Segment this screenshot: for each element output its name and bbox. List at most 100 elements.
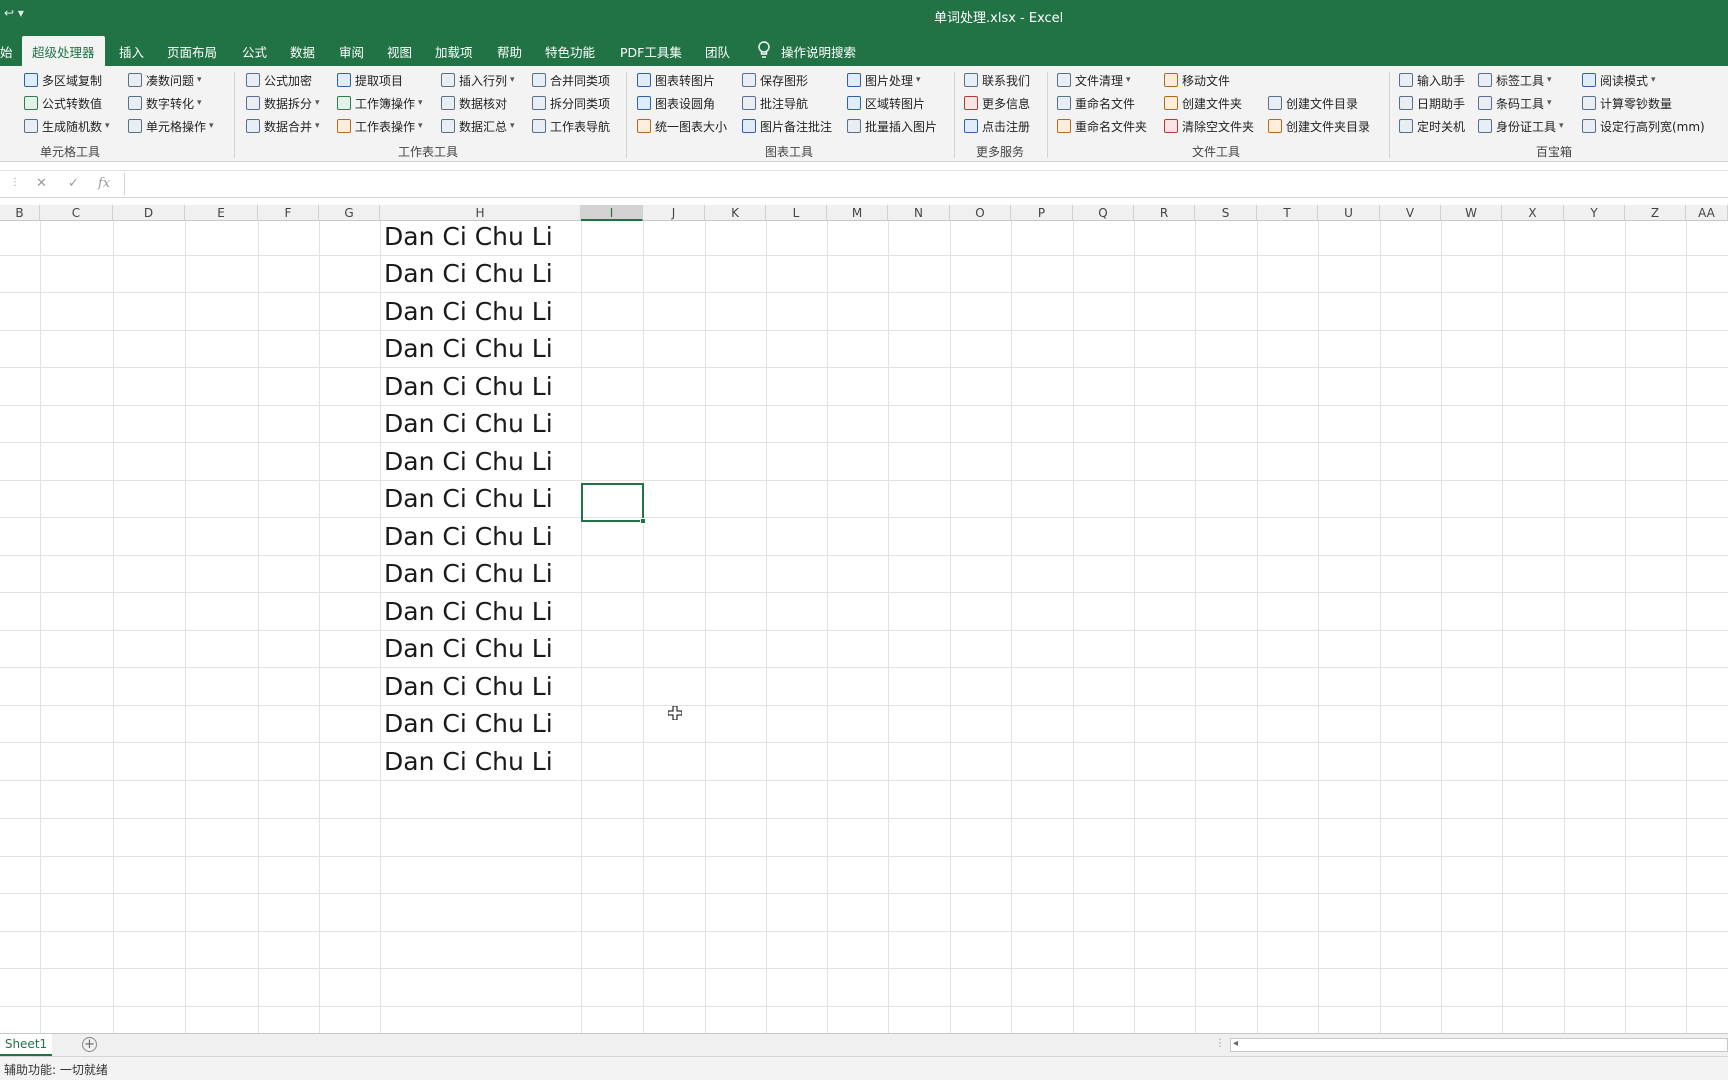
cell-h-text[interactable]: Dan Ci Chu Li	[384, 630, 553, 667]
tab-home[interactable]: 始	[0, 42, 13, 61]
tab-data[interactable]: 数据	[290, 42, 315, 61]
btn-register[interactable]: 点击注册	[964, 116, 1030, 136]
cell-h-text[interactable]: Dan Ci Chu Li	[384, 555, 553, 592]
tab-insert[interactable]: 插入	[119, 42, 144, 61]
tab-super-processor[interactable]: 超级处理器	[22, 36, 105, 66]
btn-chart-size[interactable]: 统一图表大小	[637, 116, 727, 136]
tab-formulas[interactable]: 公式	[242, 42, 267, 61]
column-header-r[interactable]: R	[1134, 205, 1195, 221]
quick-access-toolbar[interactable]: ↩ ▾	[4, 6, 24, 20]
btn-sum-problem[interactable]: 凑数问题 ▾	[128, 70, 202, 90]
column-header-x[interactable]: X	[1502, 205, 1564, 221]
cell-h-text[interactable]: Dan Ci Chu Li	[384, 743, 553, 780]
btn-random-number[interactable]: 生成随机数 ▾	[24, 116, 110, 136]
column-header-o[interactable]: O	[950, 205, 1011, 221]
btn-extract-items[interactable]: 提取项目	[337, 70, 403, 90]
column-header-b[interactable]: B	[0, 205, 40, 221]
btn-formula-to-value[interactable]: 公式转数值	[24, 93, 102, 113]
tab-page-layout[interactable]: 页面布局	[167, 42, 217, 61]
fill-handle[interactable]	[640, 518, 646, 524]
cell-h-text[interactable]: Dan Ci Chu Li	[384, 593, 553, 630]
btn-insert-rowcol[interactable]: 插入行列 ▾	[441, 70, 515, 90]
btn-file-directory[interactable]: 创建文件目录	[1268, 93, 1358, 113]
cell-h-text[interactable]: Dan Ci Chu Li	[384, 443, 553, 480]
btn-move-file[interactable]: 移动文件	[1164, 70, 1230, 90]
btn-reading-mode[interactable]: 阅读模式 ▾	[1582, 70, 1656, 90]
tab-team[interactable]: 团队	[705, 42, 730, 61]
btn-clear-empty-folder[interactable]: 清除空文件夹	[1164, 116, 1254, 136]
tab-features[interactable]: 特色功能	[545, 42, 595, 61]
btn-workbook-ops[interactable]: 工作簿操作 ▾	[337, 93, 423, 113]
column-header-p[interactable]: P	[1011, 205, 1073, 221]
column-header-e[interactable]: E	[185, 205, 258, 221]
btn-split-same[interactable]: 拆分同类项	[532, 93, 610, 113]
btn-date-helper[interactable]: 日期助手	[1399, 93, 1465, 113]
btn-data-merge[interactable]: 数据合并 ▾	[246, 116, 320, 136]
cell-grid[interactable]: Dan Ci Chu Li Dan Ci Chu Li Dan Ci Chu L…	[0, 221, 1728, 1033]
btn-image-process[interactable]: 图片处理 ▾	[847, 70, 921, 90]
tell-me-search[interactable]: 操作说明搜索	[781, 42, 856, 61]
more-icon[interactable]: ⋮	[10, 177, 20, 188]
column-header-g[interactable]: G	[319, 205, 380, 221]
active-cell-selection[interactable]	[581, 483, 646, 524]
btn-worksheet-ops[interactable]: 工作表操作 ▾	[337, 116, 423, 136]
btn-timed-shutdown[interactable]: 定时关机	[1399, 116, 1465, 136]
btn-number-convert[interactable]: 数字转化 ▾	[128, 93, 202, 113]
btn-data-check[interactable]: 数据核对	[441, 93, 507, 113]
cell-h-text[interactable]: Dan Ci Chu Li	[384, 668, 553, 705]
column-header-u[interactable]: U	[1318, 205, 1380, 221]
column-header-v[interactable]: V	[1380, 205, 1441, 221]
column-header-y[interactable]: Y	[1564, 205, 1625, 221]
column-header-n[interactable]: N	[888, 205, 950, 221]
add-sheet-icon[interactable]: +	[82, 1037, 97, 1052]
btn-data-split[interactable]: 数据拆分 ▾	[246, 93, 320, 113]
btn-batch-insert-image[interactable]: 批量插入图片	[847, 116, 937, 136]
column-header-q[interactable]: Q	[1073, 205, 1134, 221]
btn-folder-directory[interactable]: 创建文件夹目录	[1268, 116, 1370, 136]
column-header-aa[interactable]: AA	[1686, 205, 1728, 221]
tab-help[interactable]: 帮助	[497, 42, 522, 61]
column-header-w[interactable]: W	[1441, 205, 1502, 221]
column-header-m[interactable]: M	[827, 205, 888, 221]
accessibility-status[interactable]: 辅助功能: 一切就绪	[4, 1061, 108, 1078]
column-header-d[interactable]: D	[113, 205, 185, 221]
column-header-l[interactable]: L	[766, 205, 827, 221]
btn-rename-file[interactable]: 重命名文件	[1057, 93, 1135, 113]
btn-formula-encrypt[interactable]: 公式加密	[246, 70, 312, 90]
btn-save-shape[interactable]: 保存图形	[742, 70, 808, 90]
formula-input[interactable]	[124, 173, 1728, 195]
btn-multi-area-copy[interactable]: 多区域复制	[24, 70, 102, 90]
btn-chart-round[interactable]: 图表设圆角	[637, 93, 715, 113]
column-header-k[interactable]: K	[705, 205, 766, 221]
horizontal-scrollbar[interactable]: ◂	[1230, 1038, 1728, 1052]
btn-cell-ops[interactable]: 单元格操作 ▾	[128, 116, 214, 136]
cancel-icon[interactable]: ✕	[36, 176, 47, 191]
cell-h-text[interactable]: Dan Ci Chu Li	[384, 221, 553, 255]
btn-contact-us[interactable]: 联系我们	[964, 70, 1030, 90]
cell-h-text[interactable]: Dan Ci Chu Li	[384, 480, 553, 517]
cell-h-text[interactable]: Dan Ci Chu Li	[384, 518, 553, 555]
tab-review[interactable]: 审阅	[339, 42, 364, 61]
cell-h-text[interactable]: Dan Ci Chu Li	[384, 405, 553, 442]
btn-merge-same[interactable]: 合并同类项	[532, 70, 610, 90]
btn-label-tool[interactable]: 标签工具 ▾	[1478, 70, 1552, 90]
lightbulb-icon[interactable]	[757, 41, 771, 59]
cell-h-text[interactable]: Dan Ci Chu Li	[384, 330, 553, 367]
btn-more-info[interactable]: 更多信息	[964, 93, 1030, 113]
confirm-icon[interactable]: ✓	[68, 176, 79, 191]
btn-rename-folder[interactable]: 重命名文件夹	[1057, 116, 1147, 136]
column-header-i[interactable]: I	[581, 205, 643, 221]
btn-data-summary[interactable]: 数据汇总 ▾	[441, 116, 515, 136]
btn-input-helper[interactable]: 输入助手	[1399, 70, 1465, 90]
cell-h-text[interactable]: Dan Ci Chu Li	[384, 293, 553, 330]
tab-addins[interactable]: 加载项	[435, 42, 473, 61]
btn-set-row-col-size[interactable]: 设定行高列宽(mm)	[1582, 116, 1705, 136]
column-header-z[interactable]: Z	[1625, 205, 1686, 221]
btn-sheet-nav[interactable]: 工作表导航	[532, 116, 610, 136]
cell-h-text[interactable]: Dan Ci Chu Li	[384, 368, 553, 405]
column-header-j[interactable]: J	[643, 205, 705, 221]
column-header-f[interactable]: F	[258, 205, 319, 221]
tab-view[interactable]: 视图	[387, 42, 412, 61]
btn-barcode-tool[interactable]: 条码工具 ▾	[1478, 93, 1552, 113]
btn-range-to-image[interactable]: 区域转图片	[847, 93, 925, 113]
